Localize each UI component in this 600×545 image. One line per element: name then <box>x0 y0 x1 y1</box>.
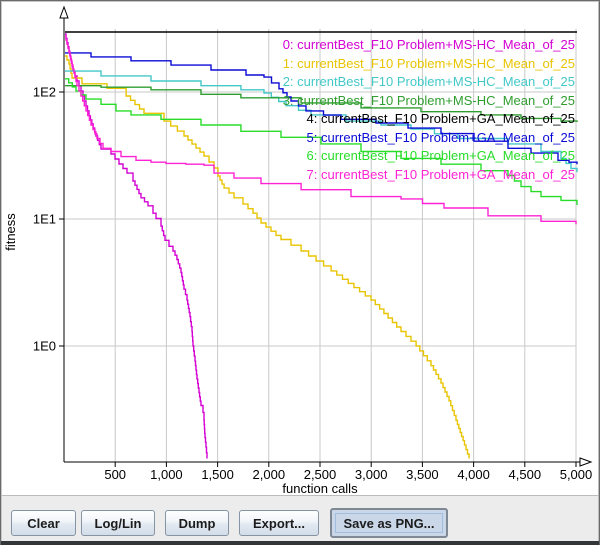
svg-text:1E0: 1E0 <box>33 339 56 354</box>
svg-text:2,000: 2,000 <box>253 467 286 482</box>
y-axis-label: fitness <box>3 213 18 251</box>
svg-text:1E1: 1E1 <box>33 212 56 227</box>
svg-text:4,500: 4,500 <box>509 467 542 482</box>
svg-text:1E2: 1E2 <box>33 85 56 100</box>
button-bar: Clear Log/Lin Dump Export... Save as PNG… <box>1 495 599 543</box>
log-lin-button[interactable]: Log/Lin <box>81 510 155 536</box>
svg-text:2,500: 2,500 <box>304 467 337 482</box>
export-button[interactable]: Export... <box>239 510 319 536</box>
legend-entry-2: 2: currentBest_F10 Problem+MS-HC_Mean_of… <box>283 73 575 92</box>
legend-entry-6: 6: currentBest_F10 Problem+GA_Mean_of_25 <box>283 147 575 166</box>
svg-text:500: 500 <box>104 467 126 482</box>
svg-text:1,000: 1,000 <box>150 467 183 482</box>
chart-legend: 0: currentBest_F10 Problem+MS-HC_Mean_of… <box>283 36 575 184</box>
legend-entry-4: 4: currentBest_F10 Problem+GA_Mean_of_25 <box>283 110 575 129</box>
plot-window: 1E2 1E1 1E0 500 1,000 1,500 2,000 2,500 3,000 3,5… <box>0 0 600 545</box>
svg-text:4,000: 4,000 <box>457 467 490 482</box>
legend-entry-3: 3: currentBest_F10 Problem+MS-HC_Mean_of… <box>283 92 575 111</box>
svg-text:3,500: 3,500 <box>406 467 439 482</box>
legend-entry-7: 7: currentBest_F10 Problem+GA_Mean_of_25 <box>283 166 575 185</box>
window-bottom-edge <box>1 541 599 545</box>
svg-text:3,000: 3,000 <box>355 467 388 482</box>
legend-entry-5: 5: currentBest_F10 Problem+GA_Mean_of_25 <box>283 129 575 148</box>
legend-entry-0: 0: currentBest_F10 Problem+MS-HC_Mean_of… <box>283 36 575 55</box>
x-axis-label: function calls <box>282 481 358 495</box>
svg-text:5,000: 5,000 <box>560 467 593 482</box>
clear-button[interactable]: Clear <box>11 510 76 536</box>
save-as-png-button[interactable]: Save as PNG... <box>330 508 448 538</box>
dump-button[interactable]: Dump <box>165 510 229 536</box>
legend-entry-1: 1: currentBest_F10 Problem+MS-HC_Mean_of… <box>283 55 575 74</box>
plot-panel: 1E2 1E1 1E0 500 1,000 1,500 2,000 2,500 3,000 3,5… <box>1 1 599 495</box>
svg-text:1,500: 1,500 <box>201 467 234 482</box>
